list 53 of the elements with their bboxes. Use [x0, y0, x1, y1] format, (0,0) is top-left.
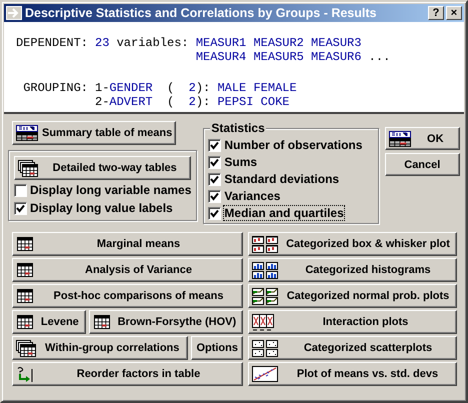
help-button[interactable]: ? [428, 6, 444, 20]
checkbox[interactable] [208, 190, 222, 202]
scatter-trend-icon [252, 366, 278, 382]
reorder-arrow-icon [16, 366, 34, 382]
command-button[interactable]: Levene [12, 310, 86, 334]
checkbox[interactable] [208, 172, 222, 186]
table-icon [388, 130, 411, 146]
close-button[interactable]: × [446, 6, 462, 20]
table-icon [16, 314, 34, 330]
checkbox[interactable] [208, 138, 222, 152]
stacked-tables-icon [18, 160, 38, 176]
command-button[interactable]: Categorized box & whisker plot [248, 232, 457, 256]
command-button[interactable]: Post-hoc comparisons of means [12, 284, 243, 308]
dialog-button[interactable]: Cancel [384, 153, 460, 176]
command-button[interactable]: Analysis of Variance [12, 258, 243, 282]
command-button[interactable]: Interaction plots [248, 310, 457, 334]
histogram-grid-icon [252, 262, 279, 278]
command-button[interactable]: OK [384, 127, 460, 150]
checkbox-option[interactable]: Display long variable names [14, 182, 192, 198]
group-title: Statistics [210, 121, 266, 135]
command-button[interactable]: Brown-Forsythe (HOV) [88, 310, 244, 334]
table-icon [92, 314, 111, 330]
checkbox[interactable] [14, 184, 27, 196]
checkbox[interactable] [14, 202, 27, 214]
command-button[interactable]: Categorized histograms [248, 258, 457, 282]
stacked-tables-icon [16, 340, 36, 356]
table-icon [16, 262, 34, 278]
command-button[interactable]: Plot of means vs. std. devs [248, 362, 457, 386]
command-button[interactable]: Within-group correlations [12, 336, 188, 360]
dialog-button[interactable]: Options [191, 336, 243, 360]
command-button[interactable]: Summary table of means [12, 121, 176, 145]
checkbox[interactable] [208, 206, 222, 220]
window-title: Descriptive Statistics and Correlations by Groups - Results [25, 6, 378, 20]
command-button[interactable]: Detailed two-way tables [14, 156, 192, 180]
scatterplot-grid-icon [252, 340, 279, 356]
table-icon [16, 125, 38, 141]
checkbox-option[interactable]: Variances [208, 188, 374, 204]
box-plot-grid-icon [252, 236, 279, 252]
table-icon [16, 288, 34, 304]
command-button[interactable]: Marginal means [12, 232, 243, 256]
line-plot-grid-icon [252, 288, 279, 304]
command-button[interactable]: Categorized scatterplots [248, 336, 457, 360]
checkbox-option[interactable]: Median and quartiles [208, 205, 374, 221]
interaction-plot-icon [252, 314, 274, 330]
checkbox[interactable] [208, 156, 222, 168]
results-summary: DEPENDENT: 23 variables: MEASUR1 MEASUR2 MEASUR3 MEASUR4 MEASUR5 MEASUR6 ... GROUPING: 1-GENDER ( 2): MALE FEMALE 2-ADVERT ( 2): PEPSI COKE [4, 22, 464, 114]
checkbox-option[interactable]: Standard deviations [208, 171, 374, 187]
command-button[interactable]: Categorized normal prob. plots [248, 284, 457, 308]
checkbox-option[interactable]: Sums [208, 154, 374, 170]
checkbox-option[interactable]: Display long value labels [14, 200, 192, 216]
table-icon [16, 236, 34, 252]
command-button[interactable]: Reorder factors in table [12, 362, 243, 386]
checkbox-option[interactable]: Number of observations [208, 137, 374, 153]
